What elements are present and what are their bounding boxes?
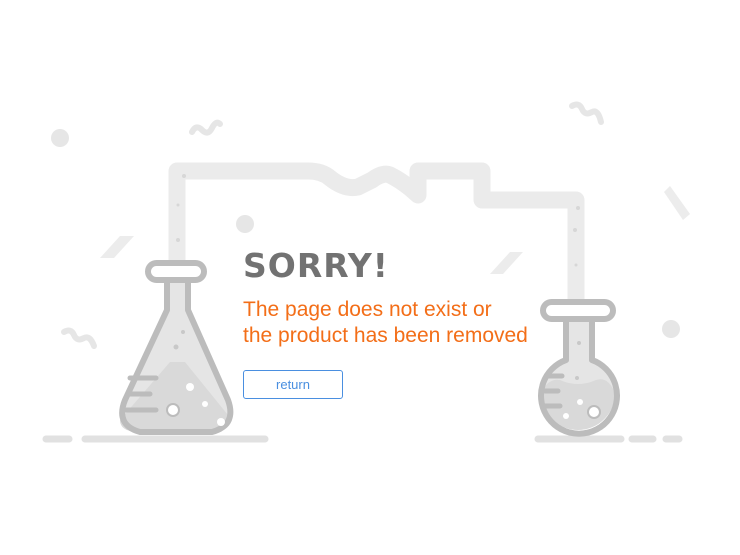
decor-slash <box>664 186 690 220</box>
decor-dot <box>662 320 680 338</box>
decor-dot <box>236 215 254 233</box>
error-message-line: the product has been removed <box>243 324 528 347</box>
error-message-line: The page does not exist or <box>243 298 492 321</box>
decor-dot <box>51 129 69 147</box>
round-bottom-flask-icon <box>538 299 620 437</box>
decor-squiggle <box>189 119 223 136</box>
decor-slash <box>100 236 134 258</box>
error-message: The page does not exist or the product h… <box>243 297 528 349</box>
erlenmeyer-flask-icon <box>119 260 234 435</box>
error-title: SORRY! <box>243 246 389 285</box>
decor-squiggle <box>569 101 604 125</box>
decor-squiggle <box>61 327 97 349</box>
decor-slash <box>490 252 523 274</box>
return-button[interactable]: return <box>243 370 343 399</box>
